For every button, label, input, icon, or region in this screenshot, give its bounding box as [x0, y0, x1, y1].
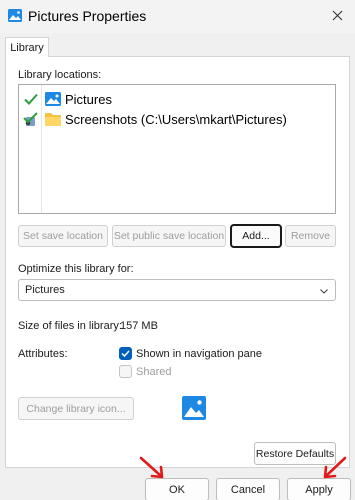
library-icon-preview — [182, 396, 206, 420]
ok-button-label: OK — [169, 483, 185, 496]
library-panel: Library locations: Pictures Screenshots … — [5, 56, 350, 468]
set-public-save-location-button[interactable]: Set public save location — [112, 225, 226, 247]
pictures-library-icon — [8, 9, 22, 22]
checkmark-icon — [121, 350, 130, 358]
close-button[interactable] — [323, 2, 351, 28]
cancel-button[interactable]: Cancel — [216, 478, 280, 500]
window-title: Pictures Properties — [28, 8, 147, 24]
shown-in-navigation-checkbox[interactable] — [119, 347, 132, 360]
tab-library-label: Library — [10, 41, 44, 54]
list-item[interactable]: Screenshots (C:\Users\mkart\Pictures) — [19, 109, 335, 129]
add-button-label: Add... — [242, 230, 270, 242]
set-save-location-label: Set save location — [23, 230, 103, 242]
library-locations-label: Library locations: — [18, 69, 102, 81]
cancel-button-label: Cancel — [230, 483, 266, 496]
tab-library[interactable]: Library — [5, 37, 49, 57]
set-public-save-location-label: Set public save location — [113, 230, 225, 242]
location-pictures-text: Pictures — [65, 91, 112, 107]
chevron-down-icon — [320, 289, 328, 294]
add-button[interactable]: Add... — [230, 224, 282, 248]
pictures-folder-icon — [45, 92, 61, 106]
list-item[interactable]: Pictures — [19, 89, 335, 109]
library-locations-list[interactable]: Pictures Screenshots (C:\Users\mkart\Pic… — [18, 84, 336, 214]
yellow-folder-icon — [45, 113, 61, 126]
title-bar[interactable]: Pictures Properties — [0, 0, 355, 33]
set-save-location-button[interactable]: Set save location — [18, 225, 108, 247]
optimize-label: Optimize this library for: — [18, 263, 134, 275]
remove-button-label: Remove — [290, 230, 331, 242]
close-icon — [332, 10, 342, 20]
shared-checkbox[interactable] — [119, 365, 132, 378]
attributes-label: Attributes: — [18, 348, 68, 360]
size-value: 157 MB — [120, 320, 158, 332]
optimize-dropdown[interactable]: Pictures — [18, 279, 336, 301]
shown-in-navigation-label: Shown in navigation pane — [136, 348, 262, 360]
change-library-icon-button[interactable]: Change library icon... — [18, 397, 134, 420]
apply-button-label: Apply — [305, 483, 333, 496]
location-screenshots-text: Screenshots (C:\Users\mkart\Pictures) — [65, 111, 287, 127]
optimize-dropdown-value: Pictures — [25, 284, 65, 296]
public-save-check-icon — [23, 112, 38, 126]
annotation-arrow-apply — [323, 456, 347, 479]
remove-button[interactable]: Remove — [285, 225, 336, 247]
change-library-icon-label: Change library icon... — [26, 402, 126, 415]
green-check-icon — [24, 93, 38, 105]
annotation-arrow-ok — [139, 456, 164, 479]
size-label: Size of files in library: — [18, 320, 122, 332]
shared-label: Shared — [136, 366, 172, 378]
